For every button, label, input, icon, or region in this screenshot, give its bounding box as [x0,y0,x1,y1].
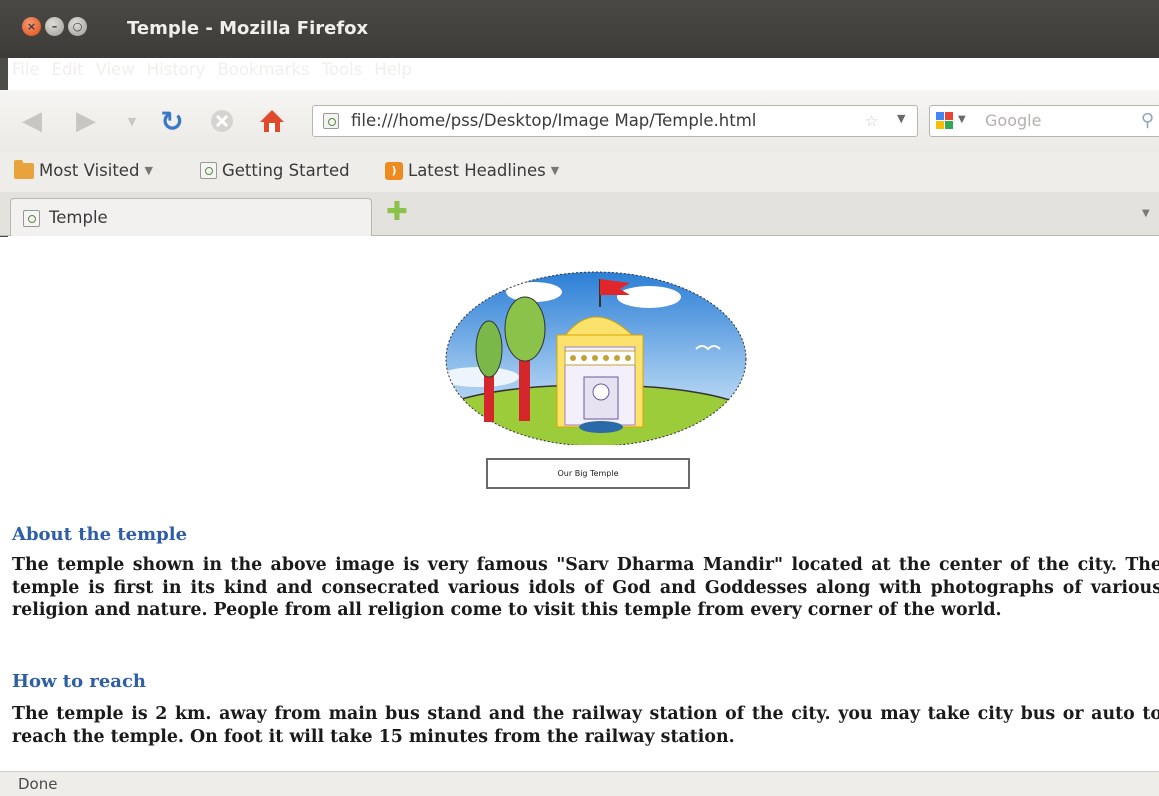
status-text: Done [18,775,58,793]
rss-feed-icon: ) [385,161,403,180]
bookmark-star-icon[interactable]: ☆ [865,112,878,130]
about-paragraph: The temple shown in the above image is v… [12,555,1159,620]
page-icon [200,162,217,179]
history-dropdown-icon[interactable]: ▼ [118,107,146,135]
bookmark-latest-headlines[interactable]: ) Latest Headlines ▼ [385,161,559,180]
about-heading: About the temple [12,524,188,545]
temple-image-map[interactable] [434,267,752,447]
menu-view[interactable]: View [96,60,135,86]
chevron-down-icon: ▼ [550,164,560,177]
tab-temple[interactable]: Temple [10,198,372,236]
chevron-down-icon: ▼ [144,164,153,177]
menu-edit[interactable]: Edit [52,60,84,86]
tab-list-icon[interactable]: ▼ [1142,208,1150,219]
reload-icon[interactable]: ↻ [158,105,186,138]
menu-file[interactable]: File [12,60,40,86]
status-bar: Done [0,771,1159,796]
new-tab-icon[interactable]: ✚ [386,199,408,225]
window-controls: × – ○ [22,17,87,36]
window-title: Temple - Mozilla Firefox [127,18,369,39]
back-icon[interactable]: ◀ [18,106,46,136]
google-engine-icon[interactable] [936,112,954,130]
menu-bar: File Edit View History Bookmarks Tools H… [12,60,412,86]
page-content: Our Big Temple About the temple The temp… [0,237,1159,771]
how-to-reach-paragraph: The temple is 2 km. away from main bus s… [12,704,1159,747]
url-text[interactable]: file:///home/pss/Desktop/Image Map/Templ… [351,111,756,130]
forward-icon[interactable]: ▶ [72,106,100,136]
folder-icon [14,159,34,179]
menu-tools[interactable]: Tools [322,60,363,86]
search-box[interactable]: ▼ Google ⚲ [929,105,1159,137]
navigation-toolbar: ◀ ▶ ▼ ↻ file:///home/pss/Desktop/Image M… [0,90,1159,152]
menu-help[interactable]: Help [374,60,412,86]
bookmark-getting-started[interactable]: Getting Started [200,161,350,180]
minimize-window-button[interactable]: – [45,17,64,36]
bookmark-label: Getting Started [222,161,350,180]
how-to-reach-heading: How to reach [12,671,147,692]
search-icon[interactable]: ⚲ [1141,110,1154,131]
bookmark-label: Most Visited [39,161,140,180]
close-window-button[interactable]: × [22,17,41,36]
page-icon [23,210,40,227]
stop-icon[interactable] [208,107,236,135]
page-favicon-icon [323,113,339,129]
maximize-window-button[interactable]: ○ [68,17,87,36]
home-icon[interactable] [258,107,286,135]
title-bar: × – ○ Temple - Mozilla Firefox File Edit… [0,0,1159,79]
bookmark-most-visited[interactable]: Most Visited ▼ [14,159,153,180]
menu-history[interactable]: History [147,60,206,86]
tab-strip: Temple ✚ ▼ [0,192,1159,236]
bookmarks-toolbar: Most Visited ▼ Getting Started ) Latest … [0,152,1159,192]
url-dropdown-icon[interactable]: ▼ [897,112,905,125]
menu-bookmarks[interactable]: Bookmarks [217,60,309,86]
image-caption-box: Our Big Temple [486,458,690,489]
engine-dropdown-icon[interactable]: ▼ [958,114,966,125]
search-input[interactable]: Google [985,111,1041,130]
bookmark-label: Latest Headlines [408,161,546,180]
tab-label: Temple [49,208,108,227]
url-bar[interactable]: file:///home/pss/Desktop/Image Map/Templ… [312,105,918,137]
